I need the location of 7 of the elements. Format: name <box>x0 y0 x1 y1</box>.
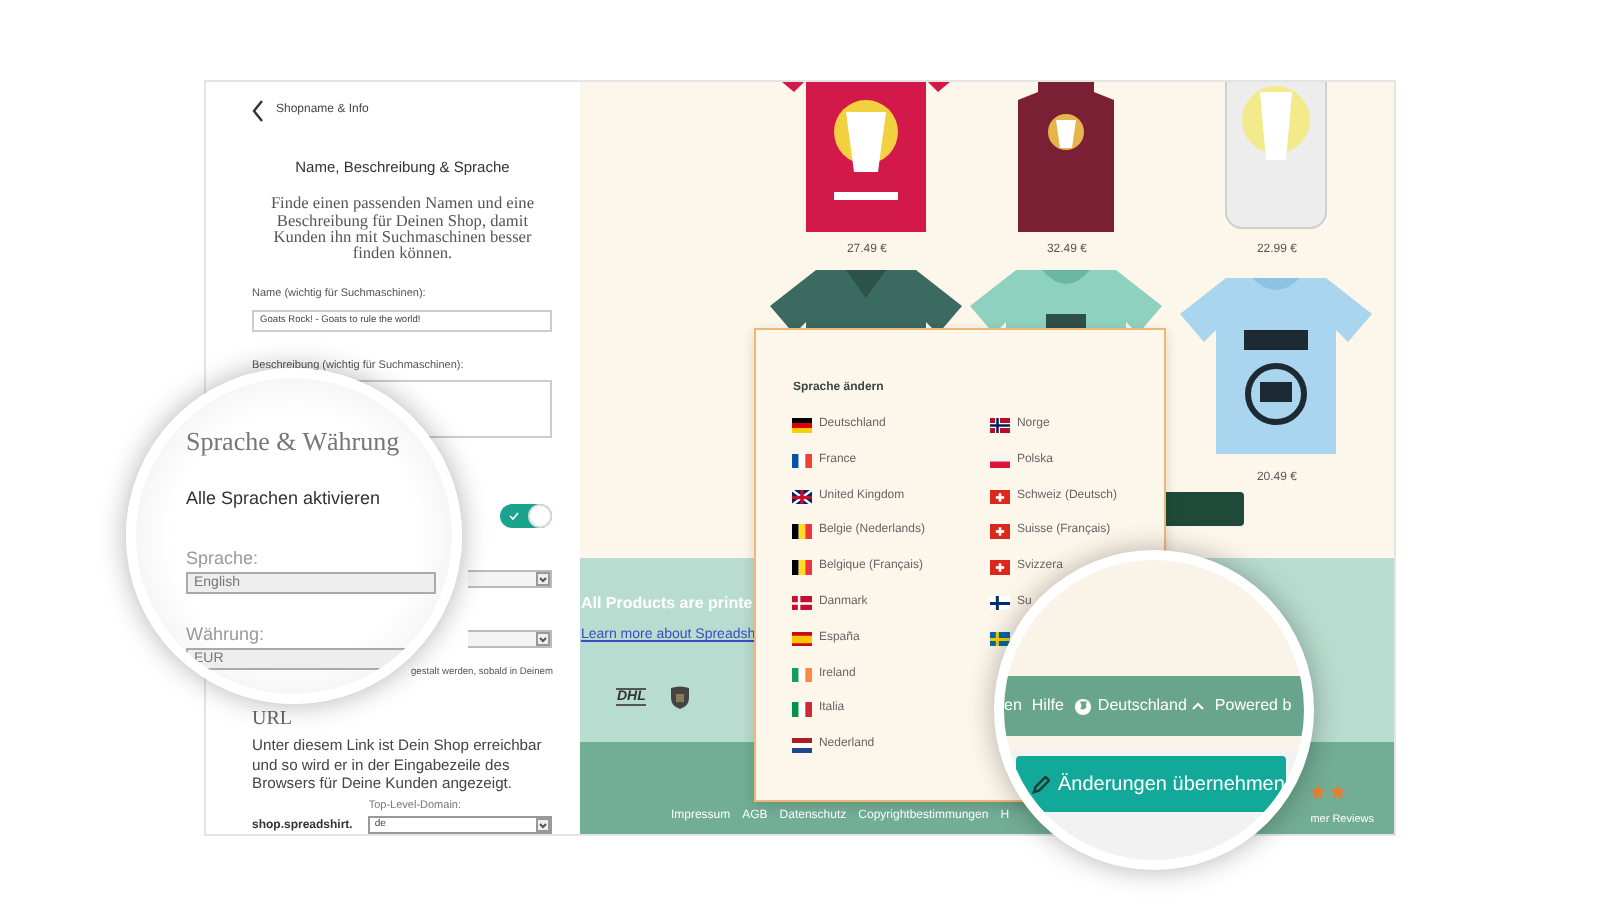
banner-text: All Products are printe <box>580 592 753 616</box>
section-heading: Sprache & Währung <box>186 424 400 460</box>
intro-text: Finde einen passenden Namen und eine Beschreibung für Deinen Shop, damit Kunden ihn mit Suchmaschinen besser finden können. <box>268 196 536 263</box>
toggle-label: Alle Sprachen aktivieren <box>186 486 381 512</box>
field-label: Währung: <box>186 622 265 648</box>
field-label: Sprache: <box>186 546 259 572</box>
section-heading: URL <box>252 708 294 733</box>
